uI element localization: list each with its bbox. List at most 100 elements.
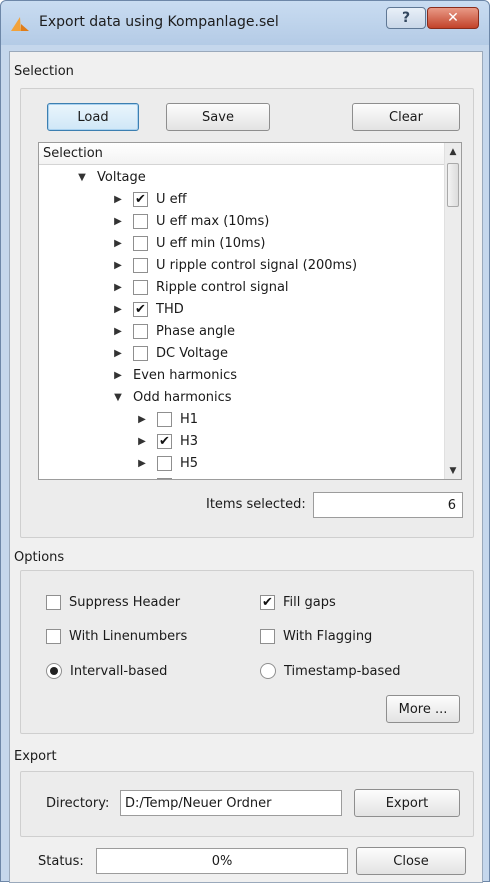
- tree-scrollbar[interactable]: ▲ ▼: [444, 143, 461, 479]
- selection-tree[interactable]: Selection ▼ Voltage ▶ ✔ U eff ▶ U eff max (10m…: [38, 142, 462, 480]
- export-group: Directory: D:/Temp/Neuer Ordner Export: [20, 771, 474, 837]
- collapsed-arrow-icon[interactable]: ▶: [111, 348, 125, 359]
- expanded-arrow-icon[interactable]: ▼: [75, 172, 89, 183]
- timestamp-based-option[interactable]: Timestamp-based: [260, 663, 401, 679]
- tree-row[interactable]: ▶ ✔ THD: [111, 298, 184, 320]
- collapsed-arrow-icon[interactable]: ▶: [135, 436, 149, 447]
- tree-item-label: H3: [180, 433, 199, 449]
- help-button[interactable]: ?: [386, 7, 426, 29]
- export-button[interactable]: Export: [354, 789, 460, 817]
- tree-item-label: Even harmonics: [133, 367, 237, 383]
- tree-item-checkbox[interactable]: [133, 235, 148, 251]
- fill-gaps-option[interactable]: ✔ Fill gaps: [260, 595, 336, 610]
- collapsed-arrow-icon[interactable]: ▶: [111, 370, 125, 381]
- tree-item-checkbox[interactable]: [157, 411, 172, 427]
- tree-row[interactable]: ▶ Phase angle: [111, 320, 235, 342]
- title-bar: Export data using Kompanlage.sel ? ✕: [1, 1, 489, 45]
- collapsed-arrow-icon[interactable]: ▶: [111, 238, 125, 249]
- tree-row[interactable]: ▶ H7: [135, 474, 198, 481]
- tree-row[interactable]: ▶ U eff min (10ms): [111, 232, 266, 254]
- with-linenumbers-option[interactable]: With Linenumbers: [46, 629, 187, 644]
- collapsed-arrow-icon[interactable]: ▶: [111, 216, 125, 227]
- directory-input[interactable]: D:/Temp/Neuer Ordner: [120, 790, 342, 816]
- status-progress-bar: 0%: [96, 848, 348, 874]
- radio-selected-dot-icon: [50, 667, 58, 675]
- tree-item-checkbox[interactable]: ✔: [133, 301, 148, 317]
- tree-item-checkbox[interactable]: [133, 345, 148, 361]
- tree-item-label: U eff min (10ms): [156, 235, 266, 251]
- clear-button[interactable]: Clear: [352, 103, 460, 131]
- options-section-label: Options: [14, 550, 65, 565]
- tree-item-label: Voltage: [97, 169, 146, 185]
- window-close-button[interactable]: ✕: [427, 7, 479, 29]
- tree-row[interactable]: ▶ ✔ U eff: [111, 188, 187, 210]
- close-button[interactable]: Close: [356, 847, 466, 875]
- intervall-based-option[interactable]: Intervall-based: [46, 663, 167, 679]
- scrollbar-thumb[interactable]: [447, 163, 459, 207]
- app-logo-icon: [11, 17, 29, 31]
- tree-item-checkbox[interactable]: ✔: [157, 433, 172, 449]
- tree-row[interactable]: ▼ Odd harmonics: [111, 386, 232, 408]
- collapsed-arrow-icon[interactable]: ▶: [135, 414, 149, 425]
- timestamp-based-label: Timestamp-based: [284, 663, 401, 679]
- collapsed-arrow-icon[interactable]: ▶: [111, 260, 125, 271]
- tree-row[interactable]: ▶ ✔ H3: [135, 430, 198, 452]
- items-selected-field: 6: [313, 492, 463, 518]
- suppress-header-option[interactable]: Suppress Header: [46, 595, 180, 610]
- save-button[interactable]: Save: [166, 103, 270, 131]
- tree-item-checkbox[interactable]: [133, 279, 148, 295]
- tree-column-header[interactable]: Selection: [39, 143, 445, 165]
- suppress-header-checkbox[interactable]: [46, 595, 61, 610]
- tree-item-label: Ripple control signal: [156, 279, 289, 295]
- directory-label: Directory:: [46, 796, 110, 811]
- collapsed-arrow-icon[interactable]: ▶: [111, 304, 125, 315]
- selection-group: Load Save Clear Selection ▼ Voltage ▶ ✔ U ef…: [20, 88, 474, 538]
- tree-item-label: Phase angle: [156, 323, 236, 339]
- fill-gaps-checkbox[interactable]: ✔: [260, 595, 275, 610]
- tree-item-label: DC Voltage: [156, 345, 228, 361]
- tree-item-checkbox[interactable]: [133, 213, 148, 229]
- load-button[interactable]: Load: [47, 103, 139, 131]
- collapsed-arrow-icon[interactable]: ▶: [135, 458, 149, 469]
- tree-row[interactable]: ▶ H5: [135, 452, 198, 474]
- tree-item-label: Odd harmonics: [133, 389, 232, 405]
- tree-row[interactable]: ▶ DC Voltage: [111, 342, 228, 364]
- collapsed-arrow-icon[interactable]: ▶: [111, 282, 125, 293]
- window-title: Export data using Kompanlage.sel: [39, 14, 279, 30]
- tree-item-label: H5: [180, 455, 199, 471]
- intervall-based-label: Intervall-based: [70, 663, 168, 679]
- options-group: Suppress Header ✔ Fill gaps With Linenum…: [20, 570, 474, 734]
- with-flagging-option[interactable]: With Flagging: [260, 629, 372, 644]
- with-linenumbers-checkbox[interactable]: [46, 629, 61, 644]
- tree-item-checkbox[interactable]: [133, 257, 148, 273]
- tree-row[interactable]: ▶ Ripple control signal: [111, 276, 289, 298]
- more-options-button[interactable]: More ...: [386, 695, 460, 723]
- timestamp-based-radio[interactable]: [260, 663, 276, 679]
- tree-row[interactable]: ▶ U eff max (10ms): [111, 210, 269, 232]
- tree-item-checkbox[interactable]: [157, 455, 172, 471]
- tree-item-checkbox[interactable]: [133, 323, 148, 339]
- tree-item-label: THD: [156, 301, 184, 317]
- with-flagging-label: With Flagging: [283, 629, 373, 644]
- with-flagging-checkbox[interactable]: [260, 629, 275, 644]
- tree-item-label: H1: [180, 411, 199, 427]
- collapsed-arrow-icon[interactable]: ▶: [135, 480, 149, 481]
- scroll-up-arrow-icon[interactable]: ▲: [445, 143, 461, 160]
- tree-item-checkbox[interactable]: ✔: [133, 191, 148, 207]
- selection-section-label: Selection: [14, 64, 74, 79]
- dialog-body: Selection Load Save Clear Selection ▼ Vol…: [9, 51, 483, 883]
- tree-row[interactable]: ▶ Even harmonics: [111, 364, 237, 386]
- tree-row[interactable]: ▼ Voltage: [75, 166, 146, 188]
- tree-row[interactable]: ▶ H1: [135, 408, 198, 430]
- tree-item-checkbox[interactable]: [157, 477, 172, 479]
- expanded-arrow-icon[interactable]: ▼: [111, 392, 125, 403]
- status-label: Status:: [38, 854, 84, 869]
- tree-item-label: U eff: [156, 191, 187, 207]
- intervall-based-radio[interactable]: [46, 663, 62, 679]
- collapsed-arrow-icon[interactable]: ▶: [111, 326, 125, 337]
- export-dialog: Export data using Kompanlage.sel ? ✕ Sel…: [0, 0, 490, 883]
- scroll-down-arrow-icon[interactable]: ▼: [445, 462, 461, 479]
- tree-row[interactable]: ▶ U ripple control signal (200ms): [111, 254, 357, 276]
- collapsed-arrow-icon[interactable]: ▶: [111, 194, 125, 205]
- items-selected-label: Items selected:: [206, 497, 306, 512]
